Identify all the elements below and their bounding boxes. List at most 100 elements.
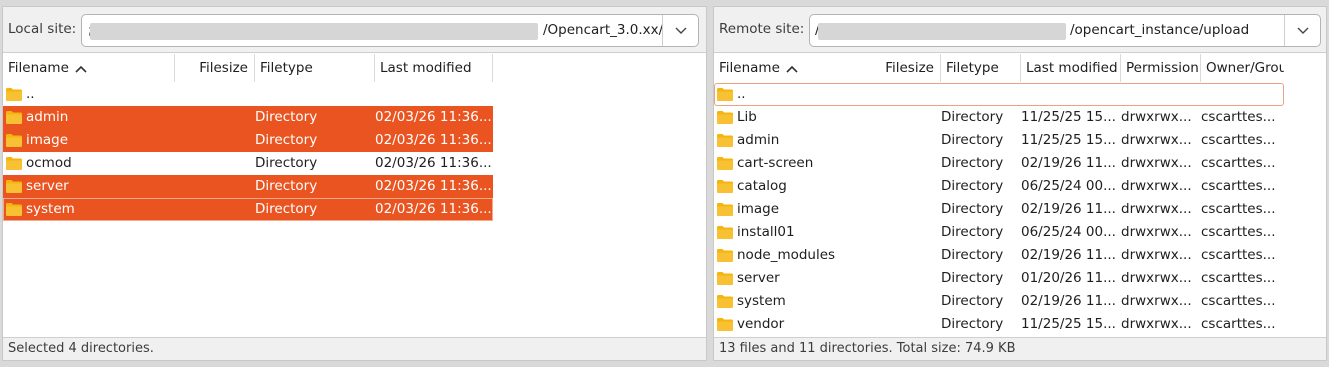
file-owner-group: cscarttes... <box>1201 178 1276 194</box>
file-type: Directory <box>255 155 318 171</box>
local-col-filename[interactable]: Filename <box>3 54 175 82</box>
sort-ascending-icon <box>75 55 87 82</box>
local-col-filesize[interactable]: Filesize <box>175 54 255 82</box>
file-name: server <box>26 178 69 194</box>
file-permission: drwxrwx... <box>1121 178 1192 194</box>
local-path-dropdown-button[interactable] <box>662 15 698 46</box>
table-row[interactable]: ocmod Directory 02/03/26 11:36... <box>3 152 493 175</box>
folder-icon <box>6 88 22 101</box>
file-name: node_modules <box>737 247 836 263</box>
file-owner-group: cscarttes... <box>1201 132 1276 148</box>
file-owner-group: cscarttes... <box>1201 247 1276 263</box>
file-last-modified: 06/25/24 00... <box>1021 178 1116 194</box>
local-path-combobox[interactable]: ; /Opencart_3.0.xx/ <box>81 14 699 47</box>
file-last-modified: 11/25/25 15... <box>1021 109 1116 125</box>
local-site-label: Local site: <box>8 21 77 37</box>
table-row[interactable]: system Directory 02/19/26 11... drwxrwx... c… <box>714 290 1284 313</box>
table-row[interactable]: Lib Directory 11/25/25 15... drwxrwx... csca… <box>714 106 1284 129</box>
file-type: Directory <box>941 247 1004 263</box>
file-owner-group: cscarttes... <box>1201 201 1276 217</box>
file-type: Directory <box>255 109 318 125</box>
table-row[interactable]: .. <box>714 83 1284 106</box>
local-path-text: /Opencart_3.0.xx/ <box>543 22 664 38</box>
file-permission: drwxrwx... <box>1121 270 1192 286</box>
file-type: Directory <box>941 178 1004 194</box>
file-name: image <box>737 201 780 217</box>
table-row[interactable]: node_modules Directory 02/19/26 11... drwxr… <box>714 244 1284 267</box>
table-row[interactable]: catalog Directory 06/25/24 00... drwxrwx...… <box>714 175 1284 198</box>
table-row[interactable]: image Directory 02/03/26 11:36... <box>3 129 493 152</box>
sort-ascending-icon <box>786 55 798 82</box>
table-row[interactable]: vendor Directory 11/25/25 15... drwxrwx... c… <box>714 313 1284 336</box>
file-type: Directory <box>941 316 1004 332</box>
table-row[interactable]: system Directory 02/03/26 11:36... <box>3 198 493 221</box>
remote-col-filetype[interactable]: Filetype <box>941 54 1021 82</box>
remote-file-list-header: Filename Filesize Filetype Last modified… <box>714 54 1326 82</box>
file-type: Directory <box>941 270 1004 286</box>
file-type: Directory <box>255 201 318 217</box>
local-site-bar: Local site: ; /Opencart_3.0.xx/ <box>3 7 706 53</box>
remote-col-filename[interactable]: Filename <box>714 54 841 82</box>
table-row[interactable]: install01 Directory 06/25/24 00... drwxrwx.… <box>714 221 1284 244</box>
folder-icon <box>6 111 22 124</box>
file-permission: drwxrwx... <box>1121 132 1192 148</box>
remote-col-last-modified[interactable]: Last modified <box>1021 54 1121 82</box>
table-row[interactable]: admin Directory 11/25/25 15... drwxrwx... cs… <box>714 129 1284 152</box>
table-row[interactable]: server Directory 02/03/26 11:36... <box>3 175 493 198</box>
folder-icon <box>717 226 733 239</box>
remote-col-owner-group[interactable]: Owner/Grou <box>1201 54 1284 82</box>
local-col-filetype[interactable]: Filetype <box>255 54 375 82</box>
local-col-last-modified[interactable]: Last modified <box>375 54 493 82</box>
file-permission: drwxrwx... <box>1121 247 1192 263</box>
file-owner-group: cscarttes... <box>1201 155 1276 171</box>
folder-icon <box>6 203 22 216</box>
file-type: Directory <box>941 155 1004 171</box>
file-last-modified <box>1021 83 1119 106</box>
folder-icon <box>6 180 22 193</box>
file-last-modified <box>375 83 493 106</box>
remote-path-dropdown-button[interactable] <box>1284 15 1320 46</box>
file-type <box>255 83 373 106</box>
file-owner-group <box>1201 83 1284 106</box>
remote-path-combobox[interactable]: / /opencart_instance/upload <box>809 14 1321 47</box>
file-last-modified: 11/25/25 15... <box>1021 316 1116 332</box>
folder-icon <box>717 88 733 101</box>
file-name: image <box>26 132 69 148</box>
file-name: cart-screen <box>737 155 814 171</box>
file-permission: drwxrwx... <box>1121 155 1192 171</box>
table-row[interactable]: cart-screen Directory 02/19/26 11... drwxrw… <box>714 152 1284 175</box>
table-row[interactable]: server Directory 01/20/26 11... drwxrwx... c… <box>714 267 1284 290</box>
folder-icon <box>717 249 733 262</box>
file-owner-group: cscarttes... <box>1201 293 1276 309</box>
file-type: Directory <box>941 132 1004 148</box>
file-name: ocmod <box>26 155 72 171</box>
file-type <box>941 83 1019 106</box>
folder-icon <box>717 318 733 331</box>
file-last-modified: 02/03/26 11:36... <box>375 201 492 217</box>
file-last-modified: 02/03/26 11:36... <box>375 155 492 171</box>
file-owner-group: cscarttes... <box>1201 270 1276 286</box>
remote-col-permission[interactable]: Permission <box>1121 54 1201 82</box>
file-name: admin <box>26 109 69 125</box>
remote-site-pane: Remote site: / /opencart_instance/upload… <box>713 6 1327 361</box>
file-name: vendor <box>737 316 785 332</box>
local-status-bar: Selected 4 directories. <box>3 337 706 360</box>
file-last-modified: 02/19/26 11... <box>1021 293 1116 309</box>
redacted-path-segment <box>818 23 1066 40</box>
file-type: Directory <box>941 201 1004 217</box>
remote-site-label: Remote site: <box>719 21 805 37</box>
file-last-modified: 01/20/26 11... <box>1021 270 1116 286</box>
remote-col-filesize[interactable]: Filesize <box>841 54 941 82</box>
table-row[interactable]: admin Directory 02/03/26 11:36... <box>3 106 493 129</box>
file-type: Directory <box>255 178 318 194</box>
table-row[interactable]: image Directory 02/19/26 11... drwxrwx... cs… <box>714 198 1284 221</box>
chevron-down-icon <box>675 27 686 34</box>
local-site-pane: Local site: ; /Opencart_3.0.xx/ Filename… <box>2 6 707 361</box>
file-permission: drwxrwx... <box>1121 316 1192 332</box>
folder-icon <box>717 111 733 124</box>
folder-icon <box>717 157 733 170</box>
table-row[interactable]: .. <box>3 83 493 106</box>
file-last-modified: 02/03/26 11:36... <box>375 178 492 194</box>
remote-site-bar: Remote site: / /opencart_instance/upload <box>714 7 1326 53</box>
file-name: .. <box>26 86 35 102</box>
